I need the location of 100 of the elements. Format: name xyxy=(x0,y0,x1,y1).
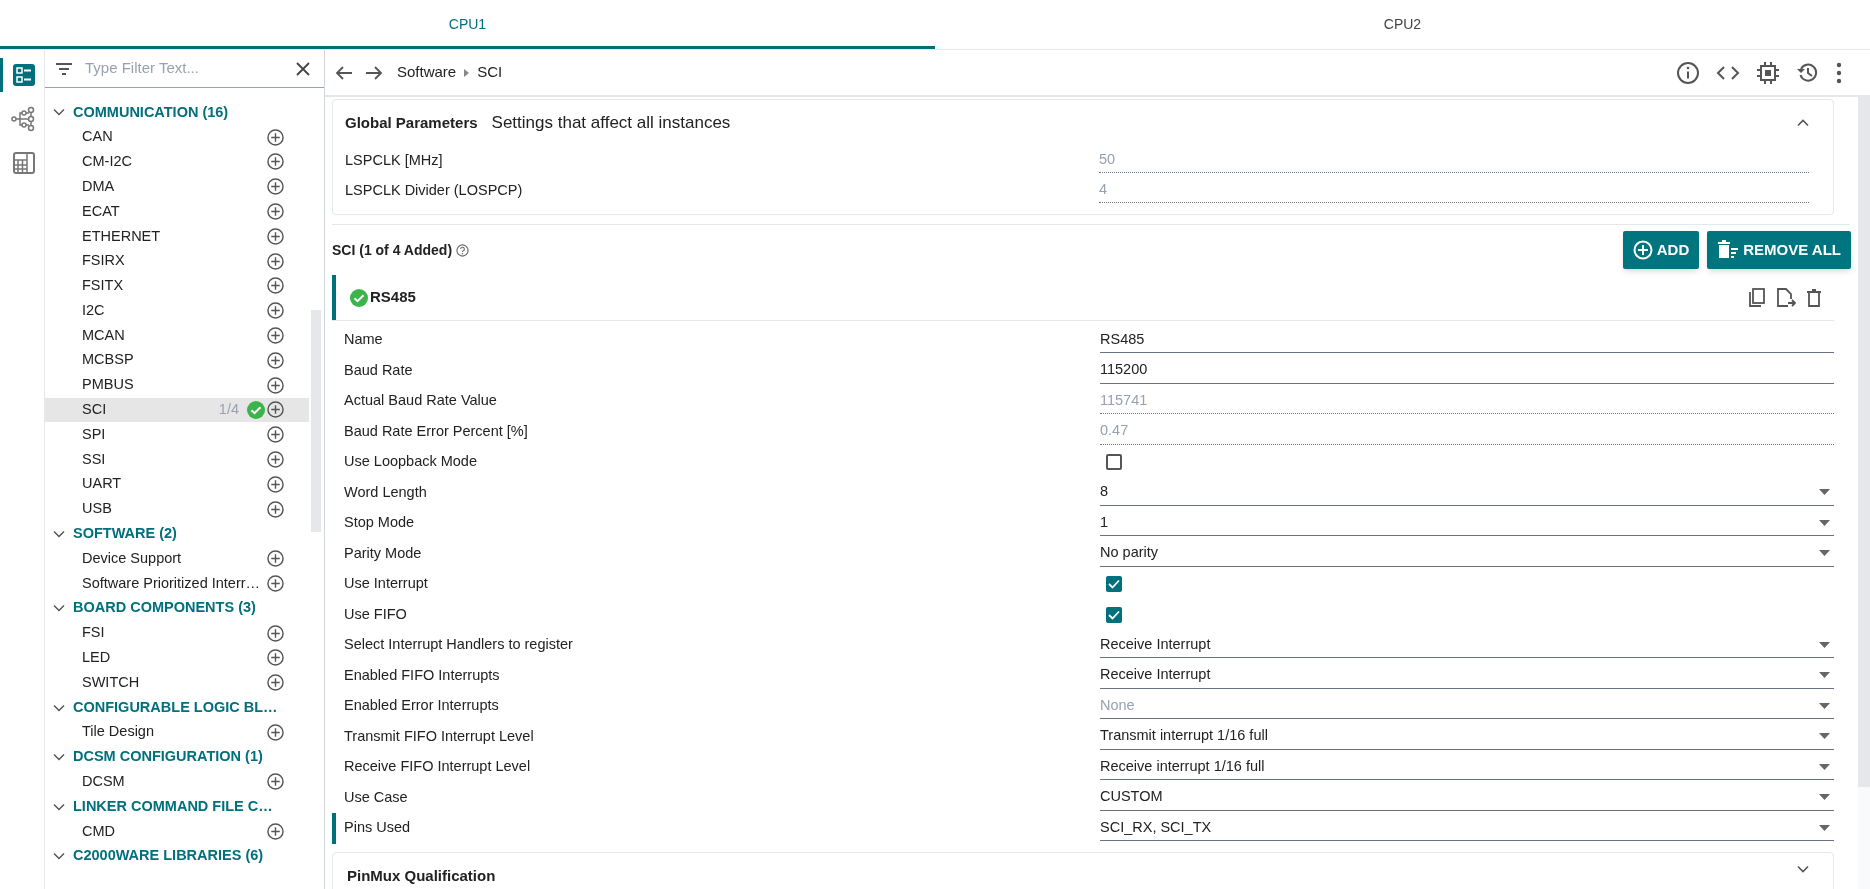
dropdown[interactable]: SCI_RX, SCI_TX xyxy=(1100,815,1834,842)
tree-item[interactable]: MCBSP xyxy=(82,349,267,372)
add-icon[interactable] xyxy=(267,302,284,320)
dropdown[interactable]: CUSTOM xyxy=(1100,784,1834,811)
scrollbar-thumb[interactable] xyxy=(1858,97,1870,787)
tree-item[interactable]: USB xyxy=(82,498,267,520)
back-arrow-icon[interactable] xyxy=(335,64,353,81)
tree-item[interactable]: MCAN xyxy=(82,324,267,347)
dropdown[interactable]: Transmit interrupt 1/16 full xyxy=(1100,723,1834,750)
add-icon[interactable] xyxy=(267,203,284,221)
add-icon[interactable] xyxy=(267,426,284,444)
trash-icon[interactable] xyxy=(1806,288,1822,307)
tree-item[interactable]: LED xyxy=(82,647,267,669)
add-icon[interactable] xyxy=(267,773,284,791)
chevron-down-icon[interactable] xyxy=(53,753,65,762)
tree-item[interactable]: FSIRX xyxy=(82,250,267,273)
tab[interactable]: CPU1 xyxy=(0,0,935,49)
chevron-down-icon[interactable] xyxy=(1797,864,1809,873)
tree-item[interactable]: CMD xyxy=(82,820,267,843)
tree-item[interactable]: ETHERNET xyxy=(82,225,267,248)
tree-group[interactable]: SOFTWARE (2) xyxy=(45,521,324,547)
text-field[interactable]: RS485 xyxy=(1100,327,1834,354)
tree-item[interactable]: CAN xyxy=(82,126,267,149)
copy-icon[interactable] xyxy=(1748,287,1766,308)
calculator-icon[interactable] xyxy=(12,152,35,174)
checkbox[interactable] xyxy=(1106,606,1122,623)
tree-item[interactable]: SSI xyxy=(82,448,267,471)
tree-group[interactable]: COMMUNICATION (16) xyxy=(45,100,324,125)
tree-item[interactable]: PMBUS xyxy=(82,374,267,397)
chevron-down-icon[interactable] xyxy=(53,802,65,811)
more-icon[interactable] xyxy=(1836,61,1842,84)
chevron-down-icon[interactable] xyxy=(53,604,65,613)
dropdown[interactable]: No parity xyxy=(1100,540,1834,567)
tree-item[interactable]: FSI xyxy=(82,622,267,644)
tree-group[interactable]: CONFIGURABLE LOGIC BL… xyxy=(45,695,324,720)
chevron-down-icon[interactable] xyxy=(53,852,65,861)
tree-item[interactable]: FSITX xyxy=(82,275,267,297)
chevron-down-icon[interactable] xyxy=(53,108,65,117)
add-icon[interactable] xyxy=(267,351,284,369)
tree-group[interactable]: LINKER COMMAND FILE C… xyxy=(45,794,324,820)
tree-item[interactable]: DMA xyxy=(82,175,267,198)
text-field[interactable]: 115200 xyxy=(1100,357,1834,384)
tree-item[interactable]: I2C xyxy=(82,299,267,322)
add-icon[interactable] xyxy=(267,823,284,840)
checkbox[interactable] xyxy=(1106,454,1122,471)
add-icon[interactable] xyxy=(267,723,284,741)
add-icon[interactable] xyxy=(267,624,284,642)
tree-item[interactable]: DCSM xyxy=(82,771,267,793)
dropdown[interactable]: Receive interrupt 1/16 full xyxy=(1100,754,1834,781)
file-export-icon[interactable] xyxy=(1776,287,1796,308)
add-icon[interactable] xyxy=(267,277,284,295)
tree-item[interactable]: UART xyxy=(82,473,267,496)
info-icon[interactable] xyxy=(1676,60,1700,85)
tree-item[interactable]: SCI xyxy=(82,399,219,421)
tree-item[interactable]: CM-I2C xyxy=(82,151,267,173)
add-icon[interactable] xyxy=(267,674,284,692)
dropdown[interactable]: Receive Interrupt xyxy=(1100,662,1834,689)
add-icon[interactable] xyxy=(267,153,284,171)
tree-item[interactable]: ECAT xyxy=(82,200,267,223)
add-icon[interactable] xyxy=(267,252,284,270)
add-icon[interactable] xyxy=(267,327,284,345)
tree-item[interactable]: SPI xyxy=(82,423,267,446)
add-icon[interactable] xyxy=(267,178,284,196)
tree-item[interactable]: Device Support xyxy=(82,547,267,570)
tree-group[interactable]: DCSM CONFIGURATION (1) xyxy=(45,744,324,770)
dropdown[interactable]: Receive Interrupt xyxy=(1100,632,1834,659)
checkbox[interactable] xyxy=(1106,576,1122,593)
network-icon[interactable] xyxy=(10,106,37,132)
add-icon[interactable] xyxy=(267,550,284,568)
add-icon[interactable] xyxy=(267,376,284,394)
add-icon[interactable] xyxy=(267,451,284,469)
scrollbar-thumb[interactable] xyxy=(311,310,321,532)
pinmux-card[interactable]: PinMux Qualification xyxy=(332,851,1834,889)
chevron-up-icon[interactable] xyxy=(1797,119,1809,127)
tree-group[interactable]: BOARD COMPONENTS (3) xyxy=(45,595,324,621)
tree-item[interactable]: Tile Design xyxy=(82,721,267,744)
add-button[interactable]: ADD xyxy=(1622,231,1700,269)
dropdown[interactable]: 1 xyxy=(1100,510,1834,537)
forward-arrow-icon[interactable] xyxy=(365,64,383,81)
add-icon[interactable] xyxy=(267,128,284,146)
add-icon[interactable] xyxy=(267,227,284,245)
help-icon[interactable] xyxy=(456,243,470,257)
add-icon[interactable] xyxy=(267,575,284,593)
tree-group[interactable]: C2000WARE LIBRARIES (6) xyxy=(45,843,324,869)
tree-item[interactable]: Software Prioritized Interr… xyxy=(82,572,267,595)
tree-item[interactable]: SWITCH xyxy=(82,671,267,694)
chevron-down-icon[interactable] xyxy=(53,703,65,712)
breadcrumb-link[interactable]: Software xyxy=(397,61,457,84)
filter-icon[interactable] xyxy=(55,61,73,76)
close-icon[interactable] xyxy=(296,61,310,76)
dropdown[interactable]: 8 xyxy=(1100,479,1834,506)
chip-icon[interactable] xyxy=(1756,60,1780,85)
add-icon[interactable] xyxy=(267,401,284,419)
chevron-down-icon[interactable] xyxy=(53,529,65,538)
remove-all-button[interactable]: REMOVE ALL xyxy=(1707,231,1851,269)
filter-field[interactable]: Type Filter Text... xyxy=(85,57,284,80)
add-icon[interactable] xyxy=(267,475,284,493)
tab[interactable]: CPU2 xyxy=(935,0,1870,49)
add-icon[interactable] xyxy=(267,500,284,518)
breadcrumb-link[interactable]: SCI xyxy=(477,61,503,84)
